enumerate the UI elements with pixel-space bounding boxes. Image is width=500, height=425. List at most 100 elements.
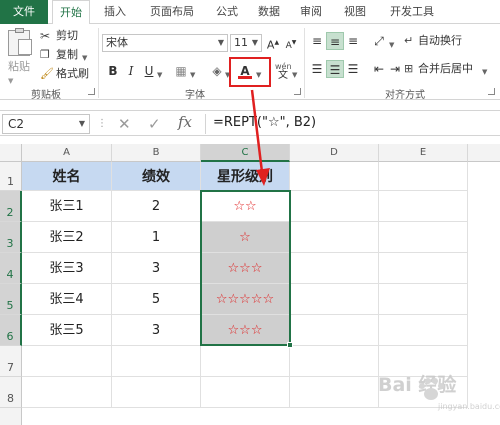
cell-c4[interactable]: ☆☆☆	[201, 253, 290, 284]
select-all-corner[interactable]	[0, 144, 22, 162]
insert-function-icon[interactable]: fx	[178, 113, 192, 131]
tab-formulas[interactable]: 公式	[208, 0, 246, 24]
border-dropdown-arrow[interactable]: ▼	[190, 68, 195, 82]
align-top-icon[interactable]: ≡	[308, 32, 326, 50]
cell-d7[interactable]	[290, 346, 379, 377]
orientation-dropdown-arrow[interactable]: ▼	[389, 38, 394, 52]
font-launcher-icon[interactable]	[294, 88, 301, 95]
cell-d6[interactable]	[290, 315, 379, 346]
phonetic-guide-icon[interactable]: 文	[278, 69, 288, 83]
cell-e1[interactable]	[379, 162, 468, 191]
column-header-e[interactable]: E	[379, 144, 468, 162]
cell-e2[interactable]	[379, 191, 468, 222]
wrap-text-icon[interactable]: ↵	[404, 35, 413, 46]
cell-a7[interactable]	[22, 346, 112, 377]
cell-b8[interactable]	[112, 377, 201, 408]
tab-file[interactable]: 文件	[0, 0, 48, 24]
underline-dropdown-arrow[interactable]: ▼	[157, 68, 162, 82]
merge-center-icon[interactable]: ⊞	[404, 63, 413, 74]
border-icon[interactable]: ▦	[172, 62, 190, 80]
cell-e4[interactable]	[379, 253, 468, 284]
column-header-a[interactable]: A	[22, 144, 112, 162]
column-header-f[interactable]	[468, 144, 500, 162]
paste-label[interactable]: 粘贴	[8, 60, 30, 74]
align-middle-icon[interactable]: ≡	[326, 32, 344, 50]
format-painter-button[interactable]: 格式刷	[56, 67, 89, 81]
enter-icon[interactable]: ✓	[148, 115, 161, 133]
tab-review[interactable]: 审阅	[292, 0, 330, 24]
underline-button[interactable]: U	[140, 62, 158, 80]
format-painter-icon[interactable]: 🖌	[40, 68, 54, 79]
align-right-icon[interactable]: ☰	[344, 60, 362, 78]
row-header-8[interactable]: 8	[0, 377, 22, 408]
cell-e3[interactable]	[379, 222, 468, 253]
cell-b4[interactable]: 3	[112, 253, 201, 284]
cell-d1[interactable]	[290, 162, 379, 191]
cell-e5[interactable]	[379, 284, 468, 315]
row-header-5[interactable]: 5	[0, 284, 22, 315]
cell-b6[interactable]: 3	[112, 315, 201, 346]
cell-b1[interactable]: 绩效	[112, 162, 201, 191]
column-header-b[interactable]: B	[112, 144, 201, 162]
merge-center-button[interactable]: 合并后居中	[418, 62, 473, 76]
cell-a3[interactable]: 张三2	[22, 222, 112, 253]
formula-input[interactable]: =REPT("☆", B2)	[213, 115, 316, 130]
cell-d2[interactable]	[290, 191, 379, 222]
cell-b3[interactable]: 1	[112, 222, 201, 253]
scissors-icon[interactable]: ✂	[40, 30, 50, 42]
orientation-icon[interactable]: ⤢	[370, 32, 388, 50]
cell-c1[interactable]: 星形级别	[201, 162, 290, 191]
cell-c2[interactable]: ☆☆	[201, 191, 290, 222]
cell-b7[interactable]	[112, 346, 201, 377]
cell-c5[interactable]: ☆☆☆☆☆	[201, 284, 290, 315]
decrease-font-size-button[interactable]: A▼	[282, 34, 300, 52]
clipboard-launcher-icon[interactable]	[88, 88, 95, 95]
cell-d5[interactable]	[290, 284, 379, 315]
phonetic-dropdown-arrow[interactable]: ▼	[292, 68, 297, 82]
cell-b2[interactable]: 2	[112, 191, 201, 222]
copy-dropdown-arrow[interactable]: ▼	[82, 51, 87, 65]
cell-c6[interactable]: ☆☆☆	[201, 315, 290, 346]
bold-button[interactable]: B	[104, 62, 122, 80]
cell-a2[interactable]: 张三1	[22, 191, 112, 222]
cell-b5[interactable]: 5	[112, 284, 201, 315]
copy-icon[interactable]: ❐	[40, 49, 50, 60]
increase-indent-icon[interactable]: ⇥	[386, 60, 404, 78]
cell-a1[interactable]: 姓名	[22, 162, 112, 191]
italic-button[interactable]: I	[122, 62, 140, 80]
cell-a5[interactable]: 张三4	[22, 284, 112, 315]
paste-icon[interactable]	[8, 28, 32, 56]
row-header-1[interactable]: 1	[0, 162, 22, 191]
font-size-combo[interactable]: 11 ▼	[230, 34, 262, 52]
align-center-icon[interactable]: ☰	[326, 60, 344, 78]
row-header-6[interactable]: 6	[0, 315, 22, 346]
cell-e6[interactable]	[379, 315, 468, 346]
row-header-2[interactable]: 2	[0, 191, 22, 222]
cell-d8[interactable]	[290, 377, 379, 408]
cell-a4[interactable]: 张三3	[22, 253, 112, 284]
cell-c3[interactable]: ☆	[201, 222, 290, 253]
paste-dropdown-arrow[interactable]: ▼	[8, 74, 13, 88]
copy-button[interactable]: 复制	[56, 48, 78, 62]
merge-dropdown-arrow[interactable]: ▼	[482, 65, 487, 79]
increase-font-size-button[interactable]: A▲	[264, 34, 282, 52]
wrap-text-button[interactable]: 自动换行	[418, 34, 462, 48]
row-header-7[interactable]: 7	[0, 346, 22, 377]
alignment-launcher-icon[interactable]	[488, 88, 495, 95]
cell-c7[interactable]	[201, 346, 290, 377]
column-header-d[interactable]: D	[290, 144, 379, 162]
cell-c8[interactable]	[201, 377, 290, 408]
row-header-3[interactable]: 3	[0, 222, 22, 253]
cell-d4[interactable]	[290, 253, 379, 284]
align-bottom-icon[interactable]: ≡	[344, 32, 362, 50]
tab-data[interactable]: 数据	[250, 0, 288, 24]
tab-page-layout[interactable]: 页面布局	[140, 0, 204, 24]
row-header-9[interactable]	[0, 408, 22, 425]
cancel-icon[interactable]: ✕	[118, 115, 131, 133]
cell-d3[interactable]	[290, 222, 379, 253]
column-header-c[interactable]: C	[201, 144, 290, 162]
tab-view[interactable]: 视图	[336, 0, 374, 24]
fill-color-icon[interactable]: ◈	[208, 62, 226, 80]
cell-a6[interactable]: 张三5	[22, 315, 112, 346]
tab-insert[interactable]: 插入	[96, 0, 134, 24]
